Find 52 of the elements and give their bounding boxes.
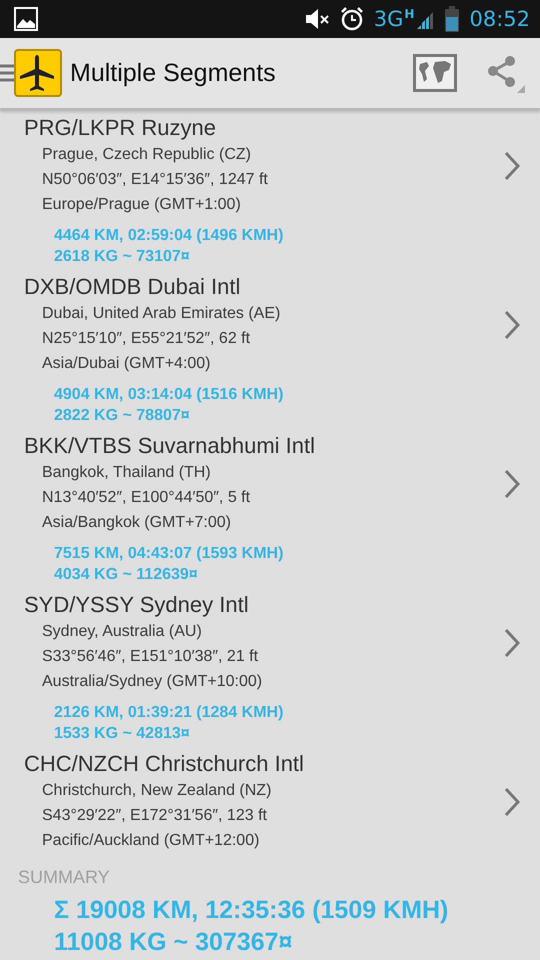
airport-timezone: Australia/Sydney (GMT+10:00) <box>41 672 264 692</box>
battery-icon <box>445 6 460 32</box>
airport-coordinates: N50°06′03″, E14°15′36″, 1247 ft <box>41 170 269 190</box>
airport-location: Dubai, United Arab Emirates (AE) <box>41 304 282 324</box>
world-map-icon <box>413 54 457 92</box>
airport-row[interactable]: DXB/OMDB Dubai Intl Dubai, United Arab Emirates (AE) N25°15′10″, E55°21′52″, 62 ft Asia/Dubai (GMT+4:00) <box>0 273 540 376</box>
summary-fuel-cost: 11008 KG ~ 307367¤ <box>54 927 294 958</box>
airport-coordinates: S33°56′46″, E151°10′38″, 21 ft <box>41 647 260 667</box>
leg-fuel-cost: 4034 KG ~ 112639¤ <box>54 565 199 585</box>
airport-coordinates: S43°29′22″, E172°31′56″, 123 ft <box>41 806 268 826</box>
airplane-app-icon[interactable] <box>14 49 62 97</box>
chevron-right-icon <box>504 786 520 816</box>
leg-distance-time: 7515 KM, 04:43:07 (1593 KMH) <box>54 544 284 564</box>
network-type-label: H <box>404 7 414 21</box>
airport-location: Sydney, Australia (AU) <box>41 622 203 642</box>
summary-distance-time: Σ 19008 KM, 12:35:36 (1509 KMH) <box>54 895 450 926</box>
chevron-right-icon <box>504 468 520 498</box>
airport-coordinates: N25°15′10″, E55°21′52″, 62 ft <box>41 329 252 349</box>
screen-title: Multiple Segments <box>70 58 277 88</box>
airport-row[interactable]: BKK/VTBS Suvarnabhumi Intl Bangkok, Thailand (TH) N13°40′52″, E100°44′50″, 5 ft Asia/Bangkok (GMT+7:00) <box>0 432 540 535</box>
leg-fuel-cost: 2822 KG ~ 78807¤ <box>54 406 191 426</box>
airport-timezone: Asia/Bangkok (GMT+7:00) <box>41 513 232 533</box>
drawer-menu-icon[interactable] <box>0 63 14 83</box>
airport-location: Christchurch, New Zealand (NZ) <box>41 781 272 801</box>
airport-row[interactable]: SYD/YSSY Sydney Intl Sydney, Australia (AU) S33°56′46″, E151°10′38″, 21 ft Australia/Sydney (GMT+10:00) <box>0 591 540 694</box>
airport-timezone: Pacific/Auckland (GMT+12:00) <box>41 831 260 851</box>
picture-notification-icon <box>14 7 38 31</box>
airport-timezone: Europe/Prague (GMT+1:00) <box>41 195 242 215</box>
leg-distance-time: 4904 KM, 03:14:04 (1516 KMH) <box>54 385 284 405</box>
airport-name: SYD/YSSY Sydney Intl <box>23 591 250 619</box>
mute-icon <box>304 8 330 30</box>
airport-name: BKK/VTBS Suvarnabhumi Intl <box>23 432 316 460</box>
leg-fuel-cost: 1533 KG ~ 42813¤ <box>54 724 191 744</box>
airport-location: Bangkok, Thailand (TH) <box>41 463 212 483</box>
chevron-right-icon <box>504 150 520 180</box>
clock-time: 08:52 <box>469 7 530 31</box>
chevron-right-icon <box>504 310 520 340</box>
airport-row[interactable]: CHC/NZCH Christchurch Intl Christchurch, New Zealand (NZ) S43°29′22″, E172°31′56″, 123 ft Pacific/Auckland (GMT+12:00) <box>0 750 540 853</box>
airport-location: Prague, Czech Republic (CZ) <box>41 145 252 165</box>
airport-coordinates: N13°40′52″, E100°44′50″, 5 ft <box>41 488 252 508</box>
airport-name: PRG/LKPR Ruzyne <box>23 114 217 142</box>
network-label: 3G <box>374 7 404 31</box>
leg-distance-time: 2126 KM, 01:39:21 (1284 KMH) <box>54 703 284 723</box>
airport-row[interactable]: PRG/LKPR Ruzyne Prague, Czech Republic (CZ) N50°06′03″, E14°15′36″, 1247 ft Europe/Prague (GMT+1:00) <box>0 114 540 217</box>
summary-heading: SUMMARY <box>17 866 111 889</box>
chevron-right-icon <box>504 628 520 658</box>
airport-name: DXB/OMDB Dubai Intl <box>23 273 242 301</box>
alarm-clock-icon <box>340 7 364 31</box>
airport-name: CHC/NZCH Christchurch Intl <box>23 750 305 778</box>
leg-distance-time: 4464 KM, 02:59:04 (1496 KMH) <box>54 226 284 246</box>
leg-fuel-cost: 2618 KG ~ 73107¤ <box>54 247 191 267</box>
airport-timezone: Asia/Dubai (GMT+4:00) <box>41 354 212 374</box>
